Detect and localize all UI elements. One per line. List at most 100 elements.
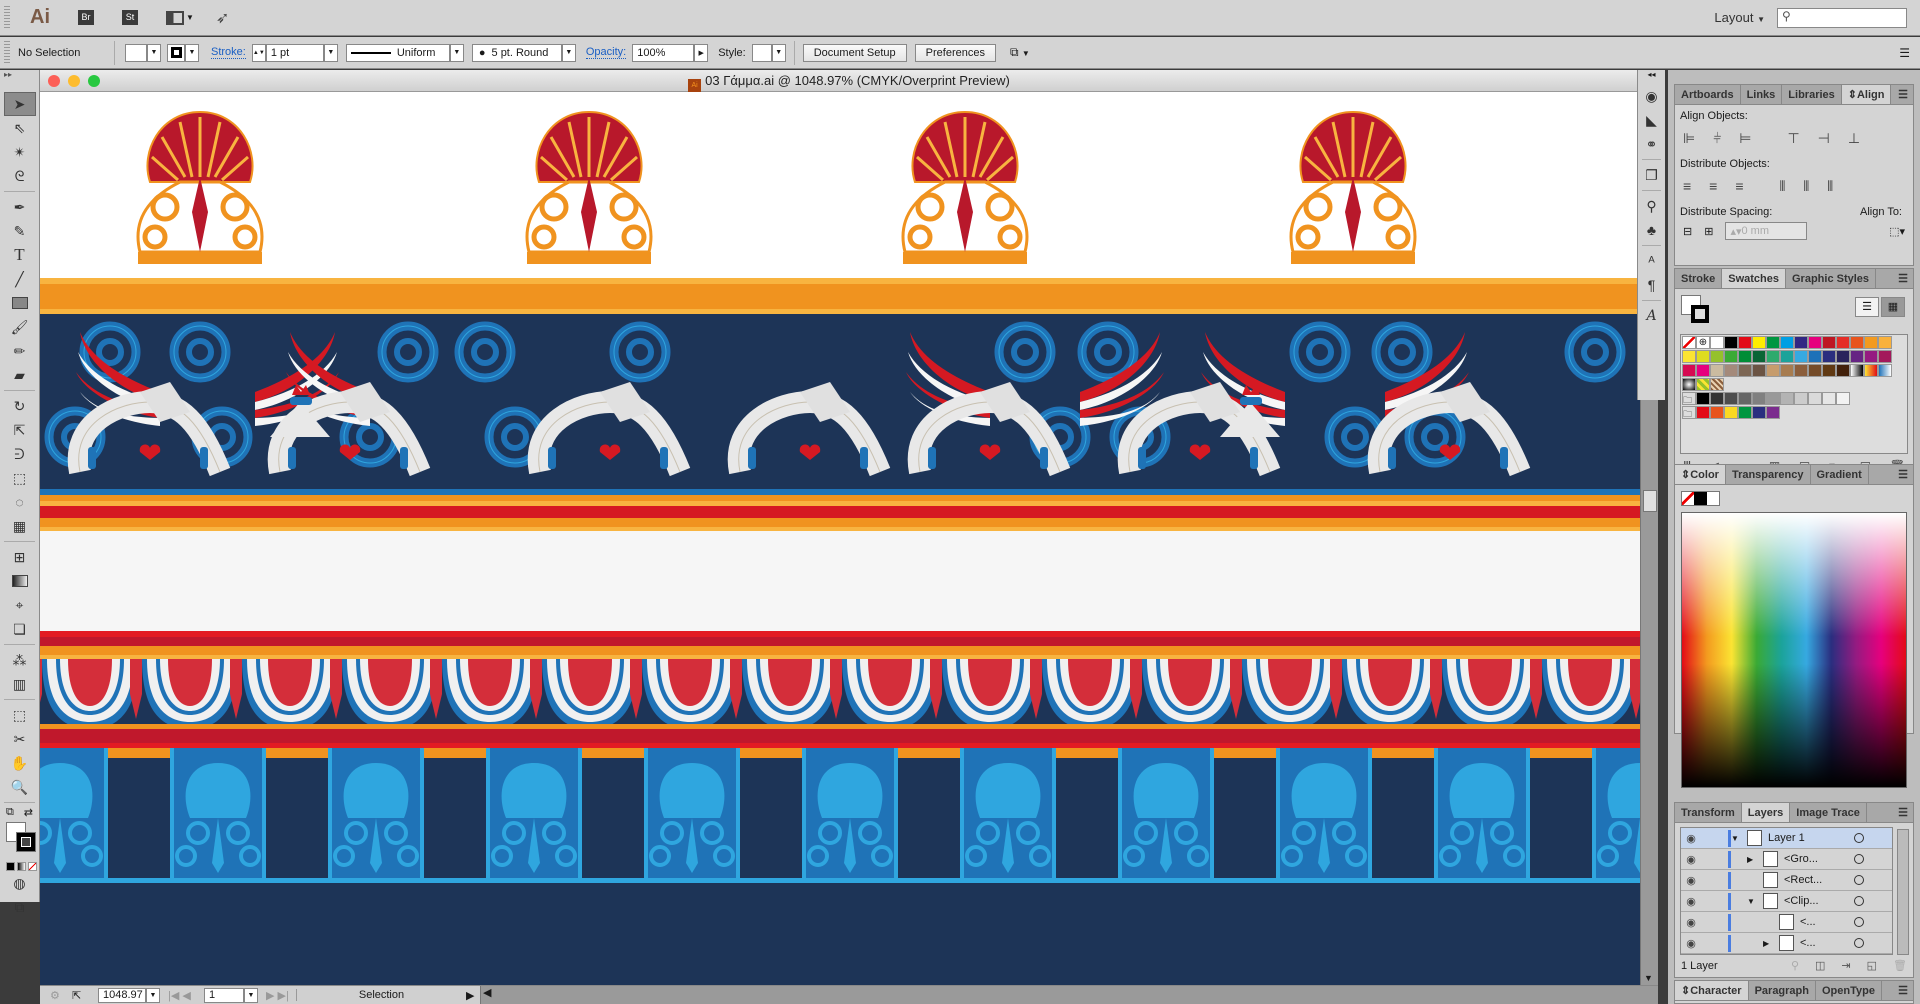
swatch[interactable] — [1808, 364, 1822, 377]
profile-dropdown[interactable]: ▼ — [449, 43, 464, 62]
swatch[interactable] — [1738, 350, 1752, 363]
line-segment-tool[interactable]: ╱ — [4, 267, 36, 291]
grip-handle[interactable] — [4, 40, 10, 65]
gradient-mode-button[interactable] — [17, 862, 26, 871]
horizontal-align-center-icon[interactable]: ⫩ — [1713, 130, 1721, 147]
opacity-input[interactable]: 100% — [632, 43, 695, 62]
visibility-eye-icon[interactable]: ◉ — [1681, 937, 1701, 950]
target-circle-icon[interactable] — [1854, 896, 1864, 906]
swatch[interactable] — [1766, 364, 1780, 377]
curvature-tool[interactable]: ✎ — [4, 219, 36, 243]
screen-mode-icon[interactable]: ⧉ — [4, 895, 36, 919]
swatch-none[interactable] — [1682, 336, 1696, 349]
opacity-panel-link[interactable]: Opacity: — [585, 46, 627, 59]
stroke-weight-input[interactable]: 1 pt — [265, 43, 324, 62]
swatch-pattern[interactable] — [1710, 378, 1724, 391]
preferences-button[interactable]: Preferences — [914, 43, 996, 62]
swatch[interactable] — [1696, 392, 1710, 405]
swatch[interactable] — [1710, 406, 1724, 419]
sublayer-row[interactable]: ◉ ▼ <Clip... — [1681, 891, 1892, 912]
distribute-vcenter-icon[interactable]: ≡ — [1709, 178, 1717, 195]
swatch[interactable] — [1864, 350, 1878, 363]
swatch[interactable] — [1794, 364, 1808, 377]
swap-colors-icon[interactable]: ⇄ — [24, 806, 33, 819]
disclosure-triangle-icon[interactable]: ▼ — [1731, 834, 1743, 843]
bridge-button[interactable]: Br — [78, 10, 94, 25]
eyedropper-tool[interactable]: ⌖ — [4, 593, 36, 617]
zoom-tool[interactable]: 🔍 — [4, 775, 36, 799]
target-circle-icon[interactable] — [1854, 854, 1864, 864]
visibility-eye-icon[interactable]: ◉ — [1681, 874, 1701, 887]
blend-tool[interactable]: ❏ — [4, 617, 36, 641]
tab-libraries[interactable]: Libraries — [1782, 85, 1842, 104]
swatch[interactable] — [1696, 364, 1710, 377]
tab-transform[interactable]: Transform — [1675, 803, 1742, 822]
swatch[interactable] — [1808, 336, 1822, 349]
swatch[interactable] — [1822, 350, 1836, 363]
swatch[interactable] — [1822, 364, 1836, 377]
grip-handle[interactable] — [4, 5, 10, 30]
gradient-tool[interactable] — [4, 569, 36, 593]
appearance-panel-icon[interactable]: ◉ — [1640, 84, 1664, 108]
select-similar-icon[interactable]: ⧉ ▼ — [1010, 45, 1030, 60]
stroke-swatch[interactable] — [167, 43, 185, 62]
delete-layer-icon[interactable]: 🗑 — [1893, 959, 1907, 972]
direct-selection-tool[interactable]: ⇖ — [4, 116, 36, 140]
brush-dropdown[interactable]: ▼ — [561, 43, 576, 62]
swatch[interactable] — [1738, 406, 1752, 419]
eraser-tool[interactable]: ▰ — [4, 363, 36, 387]
swatch[interactable] — [1724, 364, 1738, 377]
align-to-selection-icon[interactable]: ⬚▾ — [1889, 225, 1905, 238]
gpu-performance-icon[interactable]: ➶ — [216, 8, 229, 28]
swatch[interactable] — [1738, 336, 1752, 349]
swatch[interactable] — [1836, 350, 1850, 363]
swatch-pattern[interactable] — [1696, 378, 1710, 391]
none-mode-button[interactable] — [28, 862, 37, 871]
tab-align[interactable]: ⇕Align — [1841, 85, 1892, 104]
slice-tool[interactable]: ✂ — [4, 727, 36, 751]
mesh-tool[interactable]: ⊞ — [4, 545, 36, 569]
graphic-style-swatch[interactable] — [751, 43, 772, 62]
swatch-pattern[interactable] — [1682, 378, 1696, 391]
swatch[interactable] — [1696, 350, 1710, 363]
hand-tool[interactable]: ✋ — [4, 751, 36, 775]
pencil-tool[interactable]: ✏ — [4, 339, 36, 363]
disclosure-triangle-icon[interactable]: ▶ — [1763, 939, 1775, 948]
swatch[interactable] — [1710, 392, 1724, 405]
swatch-gradient[interactable] — [1850, 364, 1864, 377]
tab-layers[interactable]: Layers — [1741, 803, 1791, 822]
swatch[interactable] — [1682, 350, 1696, 363]
swatch[interactable] — [1766, 336, 1780, 349]
perspective-grid-tool[interactable]: ▦ — [4, 514, 36, 538]
distribute-left-icon[interactable]: ⫴ — [1780, 178, 1786, 195]
layer-row[interactable]: ◉ ▼ Layer 1 — [1681, 828, 1892, 849]
swatch[interactable] — [1724, 350, 1738, 363]
distribute-hcenter-icon[interactable]: ⫴ — [1803, 178, 1809, 195]
swatch[interactable] — [1752, 364, 1766, 377]
list-view-button[interactable]: ☰ — [1855, 297, 1879, 317]
make-clipping-mask-icon[interactable]: ◫ — [1815, 959, 1825, 972]
brush-definition[interactable]: ● 5 pt. Round — [471, 43, 562, 62]
layer-name[interactable]: <Rect... — [1784, 874, 1822, 886]
tab-gradient[interactable]: Gradient — [1811, 465, 1869, 484]
document-setup-button[interactable]: Document Setup — [802, 43, 907, 62]
character-styles-icon[interactable]: ᴬ — [1640, 249, 1664, 273]
visibility-eye-icon[interactable]: ◉ — [1681, 895, 1701, 908]
swatch[interactable] — [1836, 336, 1850, 349]
tab-character[interactable]: ⇕Character — [1675, 981, 1749, 1000]
swatch[interactable] — [1710, 364, 1724, 377]
lasso-tool[interactable]: ᘓ — [4, 164, 36, 188]
swatch[interactable] — [1738, 364, 1752, 377]
stock-button[interactable]: St — [122, 10, 138, 25]
zoom-button[interactable] — [88, 75, 100, 87]
pen-tool[interactable]: ✒ — [4, 195, 36, 219]
horizontal-align-left-icon[interactable]: ⊫ — [1683, 130, 1695, 147]
distribute-bottom-icon[interactable]: ≡ — [1735, 178, 1743, 195]
target-circle-icon[interactable] — [1854, 938, 1864, 948]
pathfinder-panel-icon[interactable]: ❐ — [1640, 163, 1664, 187]
panel-menu-icon[interactable]: ☰ — [1898, 465, 1913, 484]
status-menu-arrow[interactable]: ▶ — [466, 989, 480, 1002]
paragraph-styles-icon[interactable]: ¶ — [1640, 273, 1664, 297]
tab-color[interactable]: ⇕Color — [1675, 465, 1726, 484]
swatch[interactable] — [1850, 350, 1864, 363]
